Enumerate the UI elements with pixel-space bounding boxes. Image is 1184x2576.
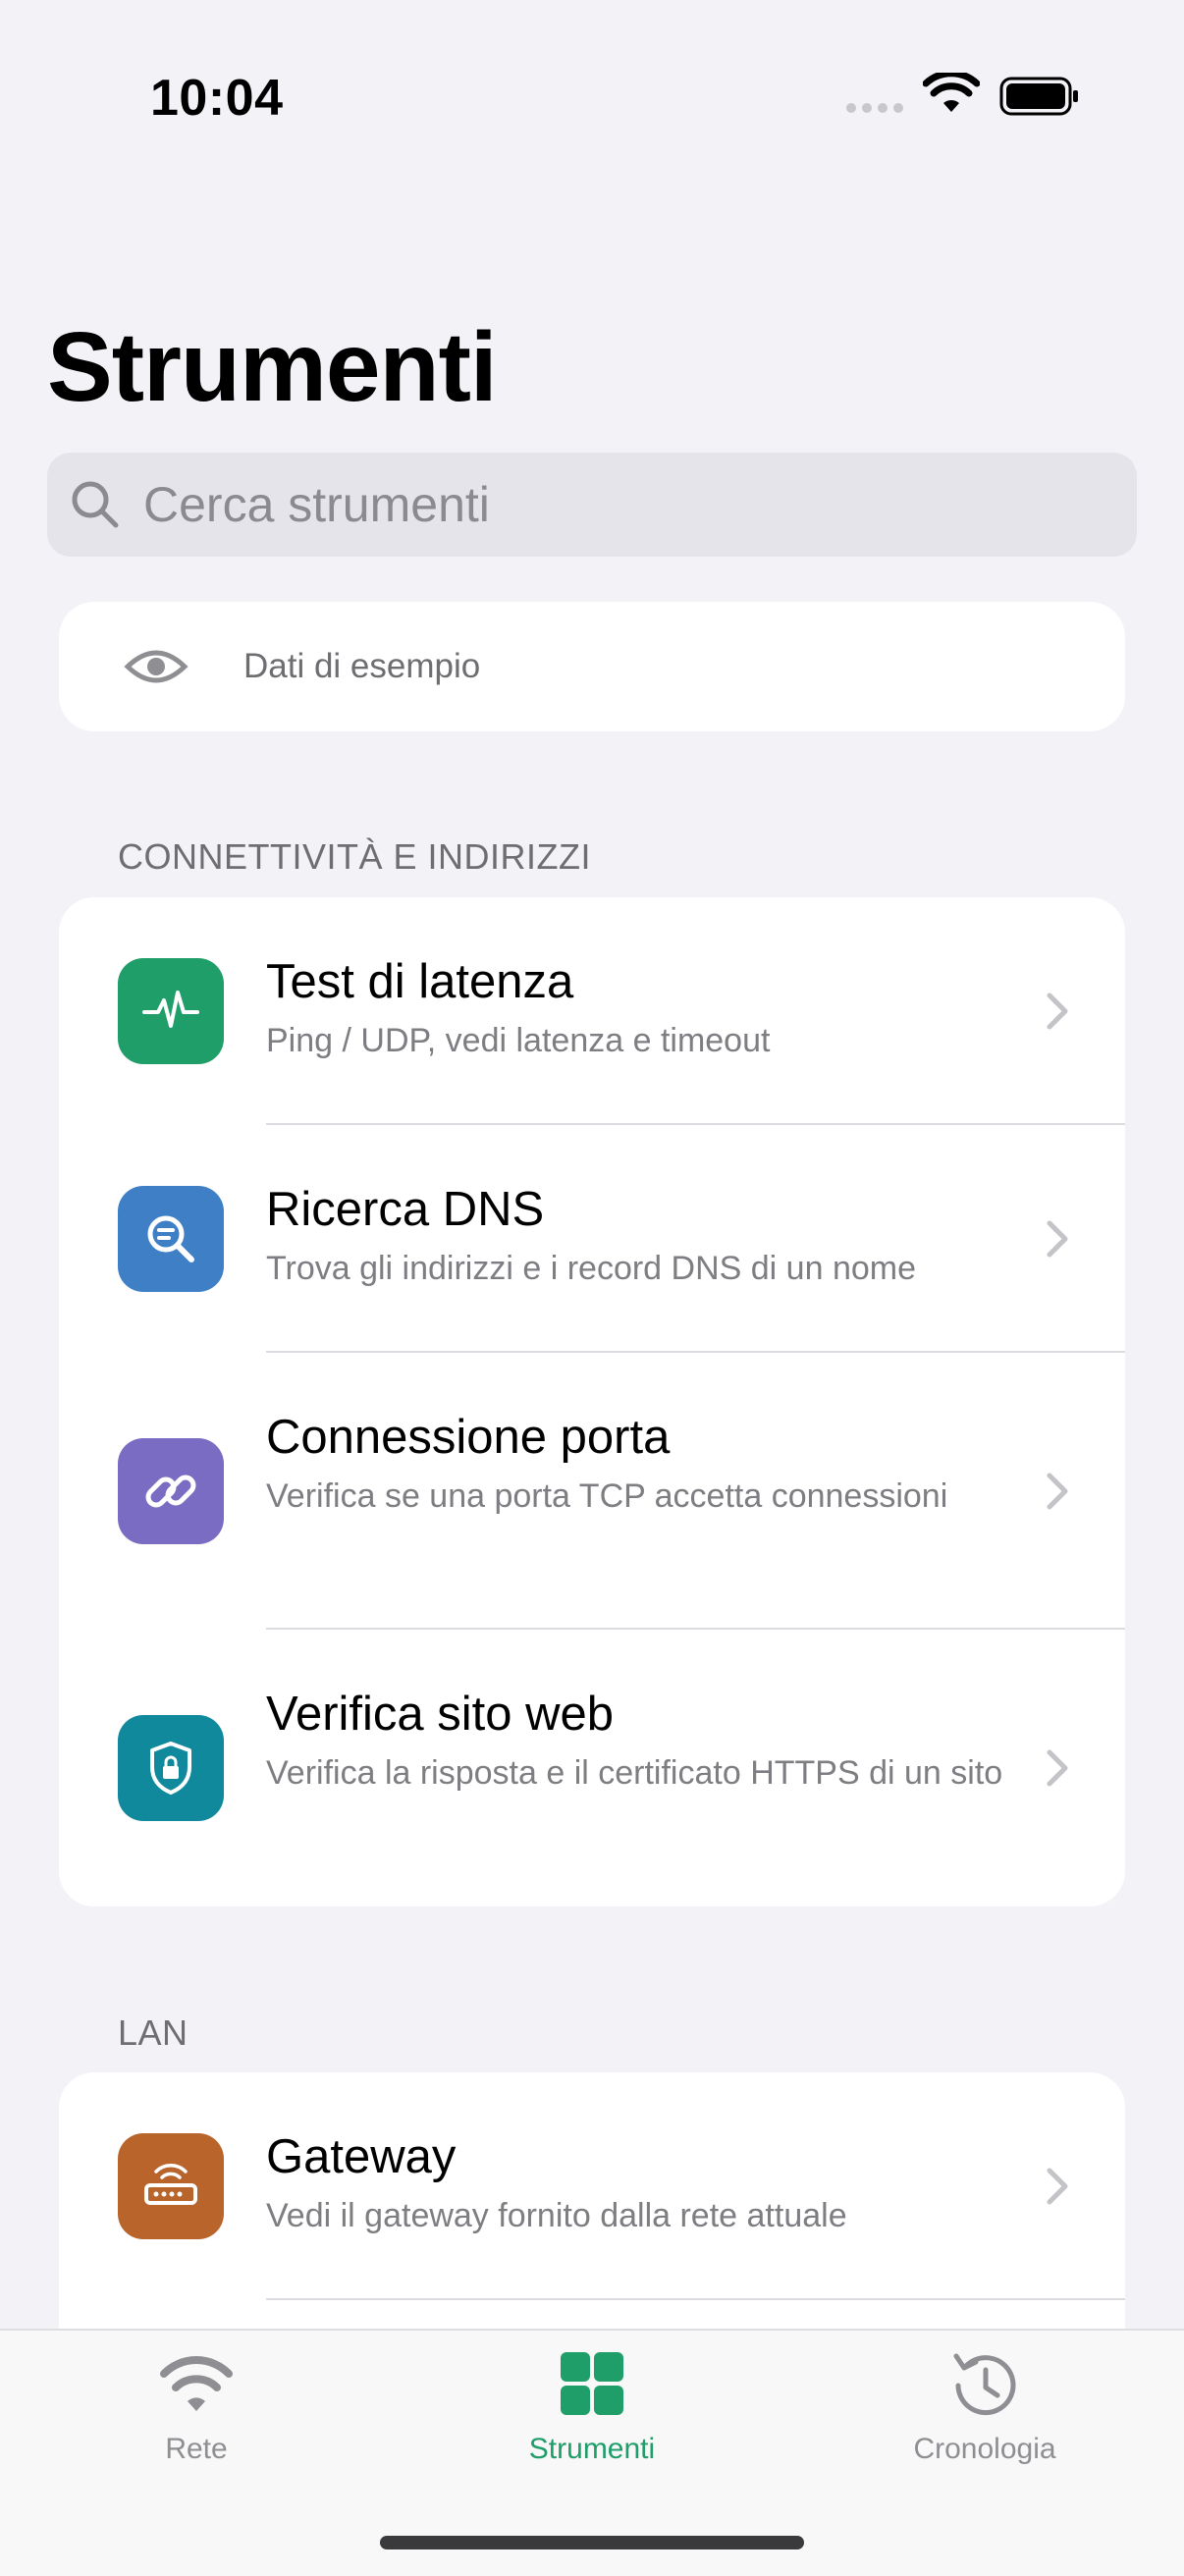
tool-title: Connessione porta	[266, 1411, 671, 1464]
wifi-status-icon	[923, 73, 980, 112]
home-indicator	[380, 2536, 804, 2549]
chevron-right-icon	[1047, 993, 1068, 1030]
page-title: Strumenti	[47, 312, 498, 422]
tool-row-latency[interactable]: Test di latenza Ping / UDP, vedi latenza…	[59, 897, 1125, 1125]
tool-row-dns[interactable]: Ricerca DNS Trova gli indirizzi e i reco…	[59, 1125, 1125, 1353]
tab-label: Cronologia	[913, 2433, 1056, 2465]
grid-icon	[561, 2352, 623, 2415]
tool-title: Verifica sito web	[266, 1688, 615, 1741]
chevron-right-icon	[1047, 1473, 1068, 1510]
website-icon-tile	[118, 1715, 224, 1821]
chevron-right-icon	[1047, 1220, 1068, 1258]
latency-icon-tile	[118, 958, 224, 1064]
tab-label: Strumenti	[528, 2433, 656, 2465]
tab-label: Rete	[165, 2433, 228, 2465]
tool-row-website[interactable]: Verifica sito web Verifica la risposta e…	[59, 1630, 1125, 1906]
magnifier-text-icon	[147, 1215, 194, 1262]
shield-lock-icon	[150, 1742, 191, 1795]
router-icon	[144, 2164, 197, 2205]
eye-icon	[124, 650, 188, 683]
history-icon	[953, 2353, 1016, 2416]
dns-icon-tile	[118, 1186, 224, 1292]
search-input[interactable]	[143, 476, 1027, 533]
tool-subtitle: Ping / UDP, vedi latenza e timeout	[266, 1022, 771, 1059]
sample-data-label: Dati di esempio	[243, 647, 481, 685]
section-header-lan: LAN	[118, 2012, 188, 2053]
pulse-icon	[142, 991, 199, 1028]
tab-rete[interactable]: Rete	[49, 2331, 344, 2488]
section-header-connectivity: CONNETTIVITÀ E INDIRIZZI	[118, 836, 592, 877]
sample-data-card[interactable]: Dati di esempio	[59, 602, 1125, 731]
port-icon-tile	[118, 1438, 224, 1544]
tool-subtitle: Verifica la risposta e il certificato HT…	[266, 1754, 1003, 1792]
tool-subtitle: Vedi il gateway fornito dalla rete attua…	[266, 2197, 847, 2234]
search-icon	[72, 481, 119, 528]
tool-subtitle: Verifica se una porta TCP accetta connes…	[266, 1477, 948, 1515]
chevron-right-icon	[1047, 2168, 1068, 2205]
tool-title: Test di latenza	[266, 955, 574, 1008]
search-bar[interactable]	[47, 453, 1137, 557]
tool-subtitle: Trova gli indirizzi e i record DNS di un…	[266, 1250, 916, 1287]
status-time: 10:04	[150, 70, 284, 127]
tool-row-gateway[interactable]: Gateway Vedi il gateway fornito dalla re…	[59, 2072, 1125, 2300]
chevron-right-icon	[1047, 1749, 1068, 1787]
signal-dots-icon	[846, 103, 903, 113]
link-icon	[145, 1475, 196, 1508]
tab-cronologia[interactable]: Cronologia	[837, 2331, 1132, 2488]
tool-title: Gateway	[266, 2130, 457, 2183]
tab-strumenti[interactable]: Strumenti	[445, 2331, 739, 2488]
wifi-icon	[160, 2356, 233, 2411]
gateway-icon-tile	[118, 2133, 224, 2239]
battery-icon	[999, 77, 1078, 116]
tool-row-port[interactable]: Connessione porta Verifica se una porta …	[59, 1353, 1125, 1630]
row-separator	[266, 2298, 1125, 2300]
tool-title: Ricerca DNS	[266, 1183, 545, 1236]
connectivity-card: Test di latenza Ping / UDP, vedi latenza…	[59, 897, 1125, 1906]
